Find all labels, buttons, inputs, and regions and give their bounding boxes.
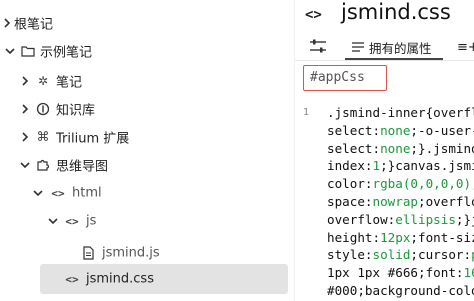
chevron-right-icon[interactable] bbox=[18, 130, 32, 144]
tab-owned-label: 拥有的属性 bbox=[369, 40, 432, 56]
code-line: height:12px;font-siz bbox=[327, 229, 474, 245]
code-icon: <> bbox=[305, 7, 322, 23]
code-line: #000;background-colo bbox=[327, 282, 474, 298]
code-line: style:solid;cursor:p bbox=[327, 247, 474, 263]
code-lines: .jsmind-inner{overfl select:none;-o-user-… bbox=[327, 104, 474, 300]
tree-item-examples[interactable]: 示例笔记 bbox=[0, 38, 294, 64]
chevron-down-icon[interactable] bbox=[31, 186, 45, 200]
code-icon: <> bbox=[65, 272, 79, 286]
note-title-bar: <> jsmind.css bbox=[295, 0, 474, 30]
asterisk-icon: ✲ bbox=[37, 74, 49, 88]
tree-item-jsmind-css[interactable]: <> jsmind.css bbox=[0, 264, 288, 294]
tree-item-label: 根笔记 bbox=[14, 17, 54, 33]
tab-more[interactable]: ≡+ bbox=[457, 34, 474, 60]
code-editor[interactable]: 1 .jsmind-inner{overfl select:none;-o-use… bbox=[295, 100, 474, 301]
code-line: overflow:ellipsis;}j bbox=[327, 211, 474, 227]
note-tree: 根笔记 示例笔记 ✲ 笔记 知识库 ⌘ Trilium 扩展 思维导图 <> h… bbox=[0, 0, 294, 301]
code-line: select:none;}.jsmind bbox=[327, 140, 474, 156]
note-title[interactable]: jsmind.css bbox=[341, 0, 451, 24]
circle-info-icon bbox=[35, 101, 51, 117]
chevron-down-icon[interactable] bbox=[18, 158, 32, 172]
tree-item-root[interactable]: 根笔记 bbox=[0, 10, 294, 36]
puzzle-icon bbox=[35, 157, 51, 173]
file-icon bbox=[80, 245, 96, 261]
tree-item-label: jsmind.css bbox=[86, 271, 154, 287]
tree-item-html[interactable]: <> html bbox=[0, 180, 294, 206]
code-line: color:rgba(0,0,0,0); bbox=[327, 176, 474, 192]
code-icon: <> bbox=[65, 214, 79, 228]
settings-sliders-icon[interactable] bbox=[309, 38, 327, 53]
tree-item-js[interactable]: <> js bbox=[0, 208, 294, 234]
code-line: index:1;}canvas.jsmi bbox=[327, 158, 474, 174]
tree-item-label: 知识库 bbox=[56, 103, 96, 119]
tree-item-label: 示例笔记 bbox=[40, 45, 93, 61]
chevron-right-icon[interactable] bbox=[18, 74, 32, 88]
tree-item-label: js bbox=[86, 213, 97, 229]
tree-item-label: jsmind.js bbox=[102, 245, 160, 261]
tree-item-knowledge-base[interactable]: 知识库 bbox=[0, 96, 294, 122]
tree-item-label: html bbox=[72, 185, 102, 201]
tab-owned-attributes[interactable]: 拥有的属性 bbox=[351, 34, 432, 60]
attribute-input[interactable]: #appCss bbox=[303, 65, 387, 91]
chevron-down-icon[interactable] bbox=[3, 44, 17, 58]
tree-item-jsmind-js[interactable]: jsmind.js bbox=[0, 240, 294, 266]
tree-item-label: 笔记 bbox=[56, 75, 83, 91]
note-detail-panel: <> jsmind.css 拥有的属性 ≡+ #appCss 1 .jsmind… bbox=[294, 0, 474, 301]
ribbon-tabs: 拥有的属性 ≡+ bbox=[295, 34, 474, 60]
list-icon bbox=[352, 42, 364, 52]
command-icon: ⌘ bbox=[36, 129, 50, 145]
chevron-down-icon[interactable] bbox=[46, 214, 60, 228]
tree-item-trilium-extensions[interactable]: ⌘ Trilium 扩展 bbox=[0, 124, 294, 150]
divider bbox=[295, 60, 474, 61]
folder-icon bbox=[20, 43, 36, 59]
code-line: 1px 1px #666;font:16 bbox=[327, 265, 474, 281]
line-number: 1 bbox=[303, 107, 310, 118]
code-icon: <> bbox=[51, 186, 65, 200]
tree-item-notes[interactable]: ✲ 笔记 bbox=[0, 68, 294, 94]
tree-item-label: 思维导图 bbox=[56, 159, 109, 175]
code-line: select:none;-o-user- bbox=[327, 122, 474, 138]
chevron-right-icon[interactable] bbox=[18, 102, 32, 116]
code-line: .jsmind-inner{overfl bbox=[327, 105, 474, 120]
chevron-right-icon[interactable] bbox=[0, 16, 14, 30]
tree-item-mind-map[interactable]: 思维导图 bbox=[0, 152, 294, 178]
tree-item-label: Trilium 扩展 bbox=[56, 131, 130, 147]
code-line: space:nowrap;overflo bbox=[327, 193, 474, 209]
